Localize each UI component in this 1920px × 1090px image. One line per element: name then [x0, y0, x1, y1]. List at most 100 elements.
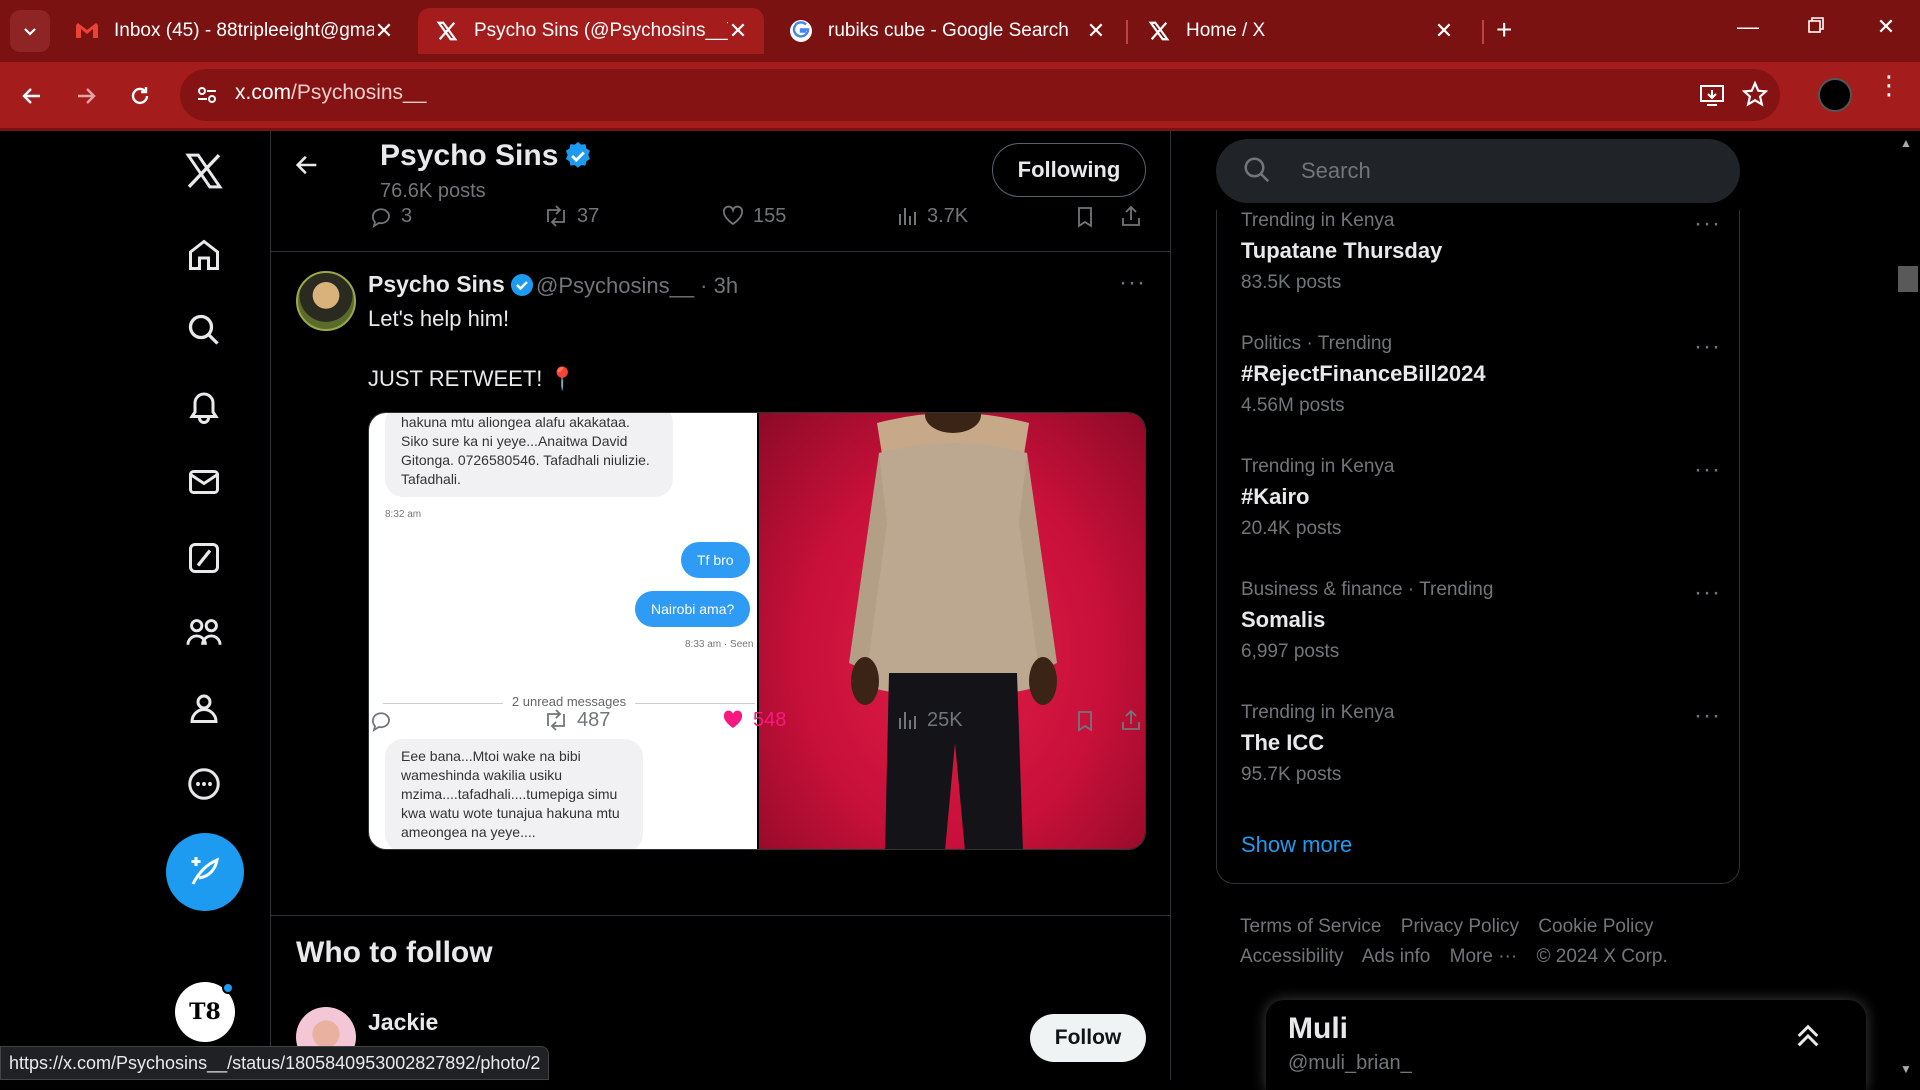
drawer-user-name: Muli [1288, 1012, 1348, 1045]
views-button[interactable]: 25K [897, 708, 963, 732]
reload-button[interactable] [124, 80, 156, 112]
more-circle-icon[interactable] [184, 764, 224, 804]
person-figure [849, 413, 1057, 849]
like-button[interactable]: 548 [721, 708, 786, 732]
close-icon[interactable]: ✕ [374, 18, 394, 44]
trend-item[interactable]: Business & finance · Trending Somalis 6,… [1241, 579, 1721, 663]
tweet-author-avatar[interactable] [296, 271, 356, 331]
scrollbar-thumb[interactable] [1898, 266, 1918, 292]
share-button[interactable] [1119, 708, 1143, 732]
url-text: x.com/Psychosins__ [235, 81, 426, 105]
back-arrow-button[interactable] [293, 151, 321, 184]
tab-psycho-sins[interactable]: Psycho Sins (@Psychosins__) / X ✕ [418, 8, 764, 54]
retweet-icon [547, 205, 565, 227]
more-link[interactable]: More ··· [1450, 946, 1518, 967]
more-options-icon[interactable]: ··· [1694, 456, 1721, 484]
trend-name: The ICC [1241, 730, 1325, 755]
close-icon[interactable]: ✕ [1434, 18, 1454, 44]
share-icon [1122, 205, 1140, 226]
tweet-author-text: Psycho Sins [368, 271, 505, 297]
scroll-down-arrow[interactable]: ▼ [1900, 1062, 1912, 1076]
accessibility-link[interactable]: Accessibility [1240, 946, 1343, 967]
tab-gmail[interactable]: Inbox (45) - 88tripleeight@gma ✕ [58, 8, 410, 54]
scroll-up-arrow[interactable]: ▲ [1900, 136, 1912, 150]
like-button[interactable]: 155 [721, 204, 786, 228]
tab-title: Inbox (45) - 88tripleeight@gma [114, 20, 374, 41]
show-more-link[interactable]: Show more [1241, 832, 1352, 858]
more-options-icon[interactable]: ··· [1694, 210, 1721, 238]
verified-badge-icon [566, 142, 591, 168]
bookmark-button[interactable] [1074, 205, 1096, 229]
views-button[interactable]: 3.7K [897, 204, 968, 228]
reply-button[interactable]: 3 [369, 204, 412, 228]
trend-item[interactable]: Trending in Kenya #Kairo 20.4K posts ··· [1241, 456, 1721, 540]
minimize-button[interactable]: — [1728, 14, 1768, 40]
more-options-icon[interactable]: ··· [1694, 333, 1721, 361]
install-app-icon[interactable] [1698, 81, 1726, 114]
who-to-follow-title: Who to follow [296, 936, 493, 969]
reply-icon [372, 208, 390, 228]
search-input[interactable] [1216, 139, 1740, 203]
trend-context: Politics · Trending [1241, 333, 1393, 354]
communities-icon[interactable] [184, 613, 224, 653]
left-navigation [0, 131, 271, 1080]
share-button[interactable] [1119, 204, 1143, 228]
tweet-handle-time[interactable]: @Psychosins__ · 3h [536, 273, 738, 299]
close-icon[interactable]: ✕ [728, 18, 748, 44]
follow-button[interactable]: Follow [1030, 1014, 1146, 1062]
trend-count: 20.4K posts [1241, 518, 1342, 539]
more-options-icon[interactable]: ··· [1694, 579, 1721, 607]
close-icon[interactable]: ✕ [1086, 18, 1106, 44]
drawer-user-handle: @muli_brian_ [1288, 1052, 1412, 1074]
ads-info-link[interactable]: Ads info [1362, 946, 1431, 967]
more-options-icon[interactable]: ··· [1694, 702, 1721, 730]
suggested-user-name[interactable]: Jackie [368, 1009, 438, 1036]
chat-screenshot-image[interactable]: hakuna mtu aliongea alafu akakataa. Siko… [369, 413, 757, 849]
close-window-button[interactable]: ✕ [1866, 14, 1906, 40]
trend-count: 6,997 posts [1241, 641, 1340, 662]
back-button[interactable] [16, 80, 48, 112]
explore-search-icon[interactable] [184, 310, 224, 350]
more-options-icon[interactable]: ··· [1119, 269, 1146, 297]
tweet-media[interactable]: hakuna mtu aliongea alafu akakataa. Siko… [368, 412, 1146, 850]
portrait-photo[interactable] [759, 413, 1145, 849]
retweet-button[interactable]: 37 [543, 204, 599, 228]
trend-item[interactable]: Trending in Kenya Tupatane Thursday 83.5… [1241, 210, 1721, 294]
messages-drawer[interactable]: Muli @muli_brian_ [1266, 1000, 1866, 1090]
notifications-bell-icon[interactable] [184, 386, 224, 426]
tab-google-search[interactable]: rubiks cube - Google Search ✕ [772, 8, 1122, 54]
bookmark-button[interactable] [1074, 709, 1096, 733]
compose-post-button[interactable] [166, 833, 244, 911]
tab-home-x[interactable]: Home / X ✕ [1130, 8, 1470, 54]
retweet-button[interactable]: 487 [543, 708, 610, 732]
expand-chevron-icon[interactable] [1792, 1020, 1824, 1057]
x-logo-icon[interactable] [184, 151, 224, 191]
forward-button[interactable] [70, 80, 102, 112]
site-settings-icon[interactable] [194, 82, 220, 113]
privacy-link[interactable]: Privacy Policy [1401, 916, 1519, 937]
trend-name: Tupatane Thursday [1241, 238, 1443, 263]
following-button[interactable]: Following [992, 143, 1146, 197]
trends-panel: Trending in Kenya Tupatane Thursday 83.5… [1216, 210, 1740, 884]
grok-icon[interactable] [184, 538, 224, 578]
restore-button[interactable] [1796, 14, 1836, 40]
terms-link[interactable]: Terms of Service [1240, 916, 1381, 937]
reload-icon [131, 87, 149, 105]
trend-context: Business & finance · Trending [1241, 579, 1494, 600]
menu-dots-icon[interactable]: ⋮ [1876, 72, 1902, 98]
cookie-link[interactable]: Cookie Policy [1538, 916, 1653, 937]
profile-name-text: Psycho Sins [380, 139, 559, 172]
heart-filled-icon [723, 710, 743, 728]
profile-icon[interactable] [184, 688, 224, 728]
new-tab-button[interactable]: + [1496, 14, 1512, 46]
bookmark-star-icon[interactable] [1741, 80, 1769, 112]
messages-envelope-icon[interactable] [184, 462, 224, 502]
trend-item[interactable]: Trending in Kenya The ICC 95.7K posts ··… [1241, 702, 1721, 786]
trend-item[interactable]: Politics · Trending #RejectFinanceBill20… [1241, 333, 1721, 417]
status-bar-url: https://x.com/Psychosins__/status/180584… [0, 1046, 550, 1080]
home-icon[interactable] [184, 235, 224, 275]
tab-search-button[interactable] [10, 10, 50, 52]
reply-button[interactable] [369, 708, 393, 732]
profile-avatar[interactable] [1818, 78, 1852, 112]
tweet-author-name[interactable]: Psycho Sins [368, 271, 534, 298]
